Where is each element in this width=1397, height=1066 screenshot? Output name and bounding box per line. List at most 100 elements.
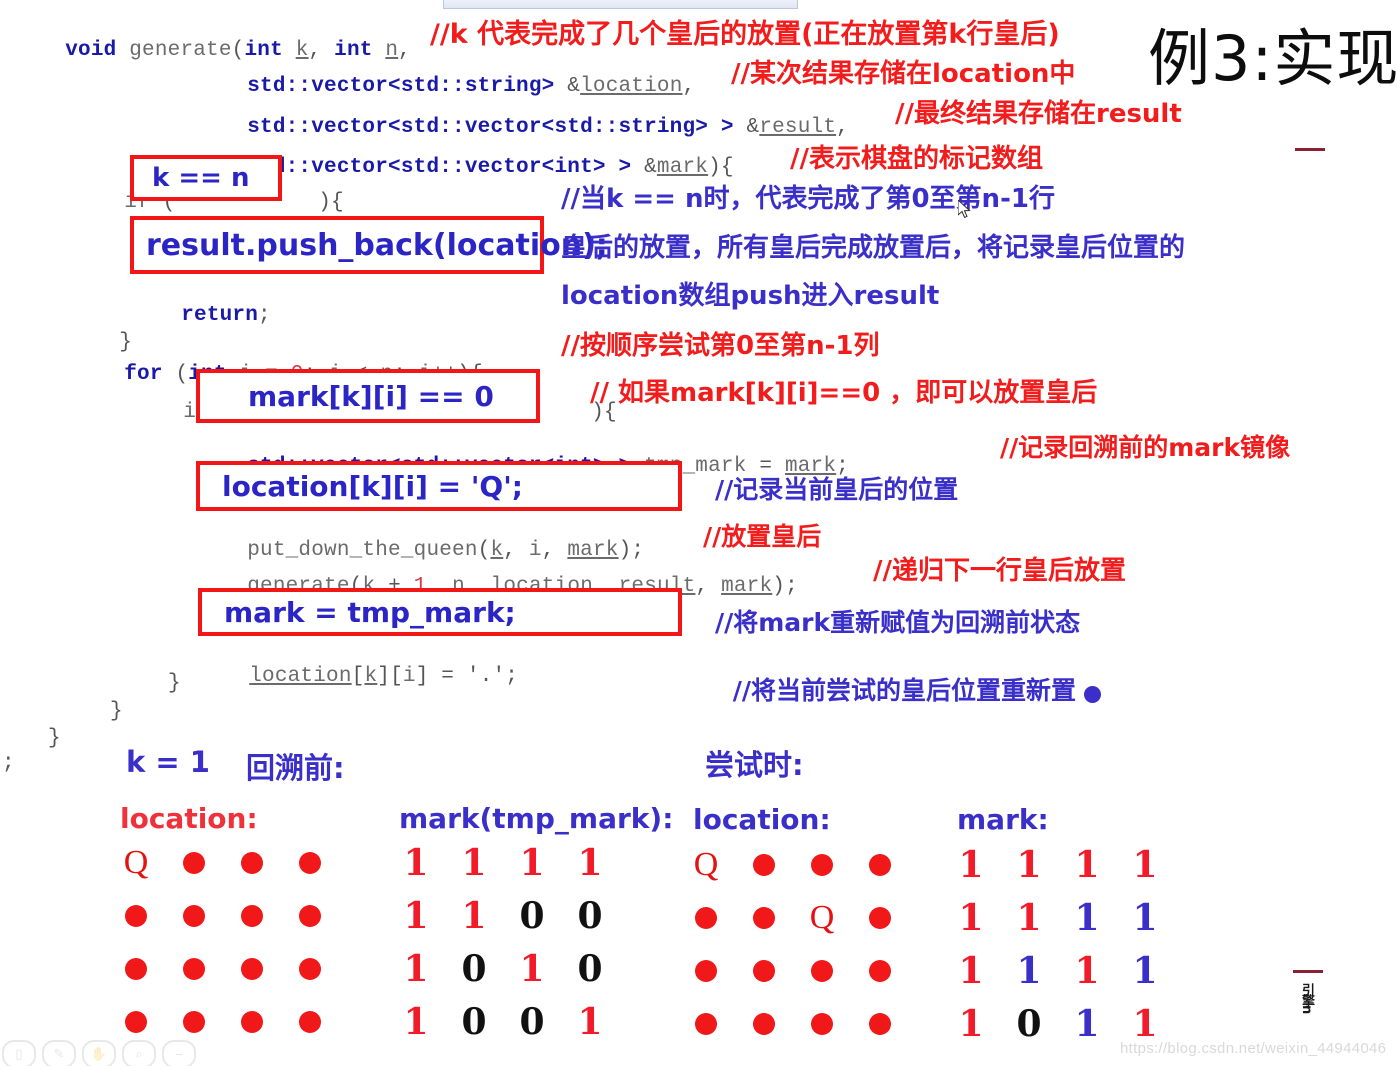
diagram-k-label: k = 1 [126,745,210,779]
grid-mark-before: 1111110010101001 [390,838,620,1058]
comment-reset-position-wrap: //将当前尝试的皇后位置重新置 [715,653,1102,725]
hand-icon[interactable]: ✋ [82,1040,116,1066]
matrix-value: 1 [1132,1003,1158,1045]
matrix-value: 1 [1016,950,1042,992]
grid-cell: 1 [390,944,442,994]
empty-cell-dot-icon [811,854,833,876]
comment-restore-mark: //将mark重新赋值为回溯前状态 [715,608,1081,637]
empty-cell-dot-icon [299,905,321,927]
grid-cell: 0 [448,944,500,994]
grid-cell: 1 [1119,946,1171,996]
grid-label-location-before: location: [120,802,258,835]
empty-cell-dot-icon [869,1013,891,1035]
matrix-value: 1 [1132,950,1158,992]
comment-reset-position: //将当前尝试的皇后位置重新置 [732,676,1077,705]
grid-cell: 1 [390,891,442,941]
code-line-close-brace-3: } [110,700,123,723]
matrix-value: 1 [1016,844,1042,886]
empty-cell-dot-icon [869,907,891,929]
grid-label-location-trying: location: [693,803,831,836]
matrix-value: 1 [958,950,984,992]
matrix-value: 1 [403,948,429,990]
matrix-value: 1 [461,842,487,884]
grid-cell: 1 [390,997,442,1047]
minus-icon[interactable]: − [162,1040,196,1066]
matrix-value: 1 [1016,897,1042,939]
empty-cell-dot-icon [753,907,775,929]
grid-cell [110,891,162,941]
grid-cell [854,999,906,1049]
highlight-box-k-eq-n[interactable]: k == n [130,155,282,201]
comment-try-columns: //按顺序尝试第0至第n-1列 [561,331,880,361]
matrix-value: 0 [461,948,487,990]
comment-mark-array: //表示棋盘的标记数组 [790,144,1043,174]
comment-location-store: //某次结果存储在location中 [731,59,1076,89]
grid-cell: 1 [1119,893,1171,943]
grid-cell [226,997,278,1047]
matrix-value: 1 [1074,897,1100,939]
grid-cell [854,840,906,890]
page-title: 例3:实现 [1148,22,1397,95]
comment-mark-mirror: //记录回溯前的mark镜像 [1000,433,1291,462]
grid-cell [168,944,220,994]
matrix-value: 0 [1016,1003,1042,1045]
grid-cell: 1 [564,997,616,1047]
comment-recurse-next-row: //递归下一行皇后放置 [873,556,1126,586]
code-line-close-brace-4: } [48,727,61,750]
grid-cell: 1 [1119,840,1171,890]
queen-marker: Q [693,846,719,883]
right-dash-top [1295,148,1325,151]
grid-cell [680,946,732,996]
matrix-value: 1 [958,1003,984,1045]
bottom-toolbar[interactable]: ▯ ✎ ✋ ⌕ − [2,1040,196,1066]
comment-when-k-eq-n: //当k == n时，代表完成了第0至第n-1行 [561,184,1055,214]
grid-cell: 1 [1061,840,1113,890]
grid-cell: 1 [506,838,558,888]
grid-cell: 1 [1003,946,1055,996]
grid-location-trying: QQ [680,840,910,1060]
empty-cell-dot-icon [753,1013,775,1035]
grid-cell: 1 [506,944,558,994]
comment-if-mark-zero: // 如果mark[k][i]==0 ，即可以放置皇后 [590,378,1098,408]
grid-label-mark-before: mark(tmp_mark): [399,802,674,835]
empty-cell-dot-icon [299,1011,321,1033]
empty-cell-dot-icon [241,958,263,980]
empty-cell-dot-icon [869,960,891,982]
grid-cell [680,999,732,1049]
grid-cell: 1 [1061,946,1113,996]
queen-marker: Q [123,844,149,881]
grid-cell: 1 [1061,999,1113,1049]
highlight-box-push-back[interactable]: result.push_back(location); [130,216,608,274]
matrix-value: 1 [958,844,984,886]
diagram-state-before-label: 回溯前: [246,751,345,785]
grid-cell: 1 [448,891,500,941]
grid-cell [680,893,732,943]
grid-cell: 1 [1003,893,1055,943]
highlight-box-mark-restore[interactable]: mark = tmp_mark; [198,588,682,636]
grid-cell: 1 [945,893,997,943]
empty-cell-dot-icon [695,960,717,982]
empty-cell-dot-icon [811,1013,833,1035]
empty-cell-dot-icon [299,958,321,980]
empty-cell-dot-icon [695,1013,717,1035]
highlight-box-location-q[interactable]: location[k][i] = 'Q'; [196,461,682,511]
grid-cell [796,840,848,890]
comment-record-queen-pos: //记录当前皇后的位置 [715,475,959,504]
matrix-value: 1 [577,842,603,884]
grid-cell: 1 [1061,893,1113,943]
grid-cell [854,893,906,943]
code-line-reset-location: location[k][i] = '.'; [249,665,519,688]
empty-cell-dot-icon [125,958,147,980]
matrix-value: 1 [1074,1003,1100,1045]
highlight-box-mark-zero[interactable]: mark[k][i] == 0 [196,369,540,423]
pen-icon[interactable]: ✎ [42,1040,76,1066]
zoom-icon[interactable]: ⌕ [122,1040,156,1066]
empty-cell-dot-icon [811,960,833,982]
comment-result-store: //最终结果存储在result [895,99,1182,129]
grid-cell [796,999,848,1049]
book-icon[interactable]: ▯ [2,1040,36,1066]
grid-cell: 0 [506,891,558,941]
grid-cell: Q [110,838,162,888]
right-vertical-note: 引擎n [1299,983,1314,1013]
grid-cell [110,944,162,994]
